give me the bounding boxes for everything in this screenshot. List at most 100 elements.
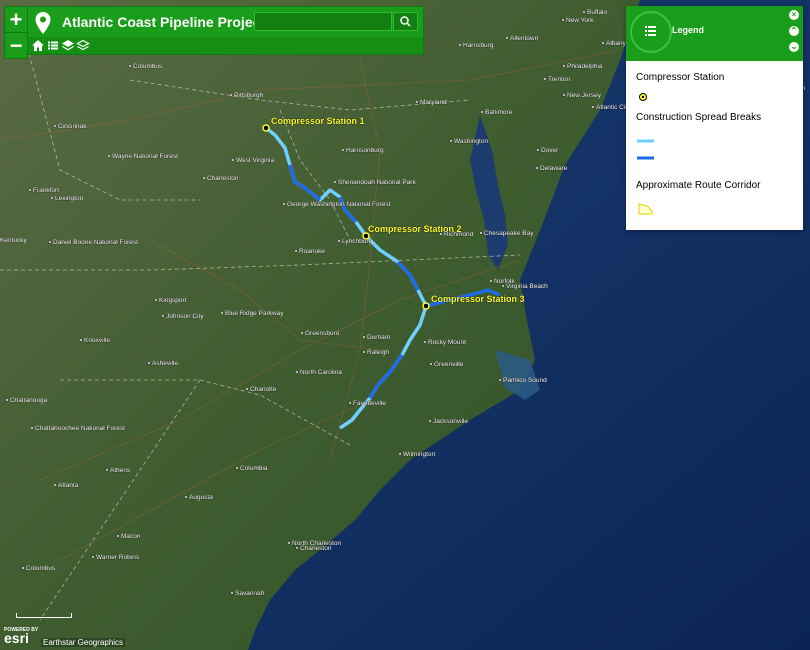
place-label: Lexington: [55, 195, 84, 202]
place-dot: [428, 419, 432, 423]
place-label: Dover: [541, 147, 559, 154]
place-label: Columbus: [26, 565, 56, 572]
place-dot: [5, 398, 9, 402]
chevron-up-icon[interactable]: ⌃: [789, 26, 799, 36]
place-dot: [294, 249, 298, 253]
place-label: Kingsport: [159, 297, 187, 304]
place-label: Atlanta: [58, 482, 79, 489]
place-dot: [105, 468, 109, 472]
place-dot: [147, 361, 151, 365]
place-dot: [498, 378, 502, 382]
place-dot: [501, 284, 505, 288]
place-label: Charleston: [207, 175, 239, 182]
close-icon[interactable]: ×: [789, 10, 799, 20]
place-label: Buffalo: [587, 9, 608, 16]
place-label: Rocky Mount: [428, 339, 466, 346]
place-dot: [287, 541, 291, 545]
place-label: Albany: [606, 40, 627, 47]
place-label: Savannah: [235, 590, 265, 597]
zoom-in-button[interactable]: +: [5, 7, 27, 32]
place-dot: [429, 362, 433, 366]
place-dot: [230, 591, 234, 595]
place-label: Columbus: [133, 63, 163, 70]
place-dot: [582, 10, 586, 14]
place-dot: [479, 231, 483, 235]
place-label: New Jersey: [567, 92, 602, 99]
place-dot: [362, 335, 366, 339]
place-dot: [439, 232, 443, 236]
place-dot: [50, 196, 54, 200]
legend-badge[interactable]: [630, 11, 672, 53]
place-label: Raleigh: [367, 349, 389, 356]
zoom-control: + −: [4, 6, 28, 59]
place-label: Wilmington: [403, 451, 436, 458]
place-label: Blue Ridge Parkway: [225, 310, 284, 317]
place-label: Asheville: [152, 360, 178, 367]
place-dot: [601, 41, 605, 45]
compressor-station-1[interactable]: [262, 124, 270, 132]
legend-list-icon: [645, 26, 656, 36]
place-dot: [423, 340, 427, 344]
place-label: Durham: [367, 334, 390, 341]
compressor-station-3[interactable]: [422, 302, 430, 310]
app-title: Atlantic Coast Pipeline Project: [62, 14, 266, 30]
place-label: North Carolina: [300, 369, 342, 376]
place-dot: [21, 566, 25, 570]
place-dot: [79, 338, 83, 342]
place-label: George Washington National Forest: [287, 201, 391, 208]
place-dot: [415, 100, 419, 104]
legend-panel: Legend × ⌃ ⌄ Compressor Station Construc…: [626, 6, 803, 230]
legend-section-compressor: Compressor Station: [636, 72, 725, 83]
place-label: Greenville: [434, 361, 464, 368]
place-label: Pamlico Sound: [503, 377, 547, 384]
place-dot: [337, 239, 341, 243]
place-label: Shenandoah National Park: [338, 179, 416, 186]
place-dot: [300, 331, 304, 335]
place-dot: [489, 279, 493, 283]
place-dot: [295, 546, 299, 550]
label-compressor-station-3: Compressor Station 3: [431, 294, 525, 304]
place-dot: [562, 93, 566, 97]
place-label: Chattanooga: [10, 397, 48, 404]
list-icon[interactable]: [46, 39, 60, 52]
place-dot: [53, 483, 57, 487]
place-dot: [348, 401, 352, 405]
location-pin-icon: [35, 12, 51, 34]
place-label: Frankfort: [33, 187, 59, 194]
place-dot: [48, 240, 52, 244]
place-label: Harrisonburg: [346, 147, 384, 154]
place-dot: [295, 370, 299, 374]
place-dot: [235, 466, 239, 470]
scale-bar: [16, 613, 72, 618]
place-dot: [543, 77, 547, 81]
place-label: New York: [566, 17, 594, 24]
place-label: Daniel Boone National Forest: [53, 239, 138, 246]
legend-section-spread: Construction Spread Breaks: [636, 112, 762, 123]
place-label: Charleston: [300, 545, 332, 552]
place-label: Jacksonville: [433, 418, 468, 425]
place-label: Maryland: [420, 99, 447, 106]
search-input[interactable]: [254, 12, 392, 31]
place-dot: [505, 36, 509, 40]
place-dot: [30, 426, 34, 430]
home-icon[interactable]: [31, 39, 45, 52]
place-dot: [28, 188, 32, 192]
place-dot: [562, 64, 566, 68]
place-label: Augusta: [189, 494, 213, 501]
place-label: Delaware: [540, 165, 568, 172]
layers-icon[interactable]: [61, 39, 75, 52]
place-label: Kentucky: [0, 237, 27, 244]
place-dot: [231, 158, 235, 162]
place-label: Cincinnati: [58, 123, 87, 130]
chevron-down-icon[interactable]: ⌄: [789, 42, 799, 52]
zoom-out-button[interactable]: −: [5, 32, 27, 58]
place-dot: [449, 139, 453, 143]
place-dot: [535, 166, 539, 170]
basemap-icon[interactable]: [76, 39, 90, 52]
place-dot: [128, 64, 132, 68]
search-button[interactable]: [393, 12, 418, 31]
toolbar: [28, 37, 423, 54]
place-label: Washington: [454, 138, 488, 145]
place-dot: [333, 180, 337, 184]
place-label: Roanoke: [299, 248, 325, 255]
